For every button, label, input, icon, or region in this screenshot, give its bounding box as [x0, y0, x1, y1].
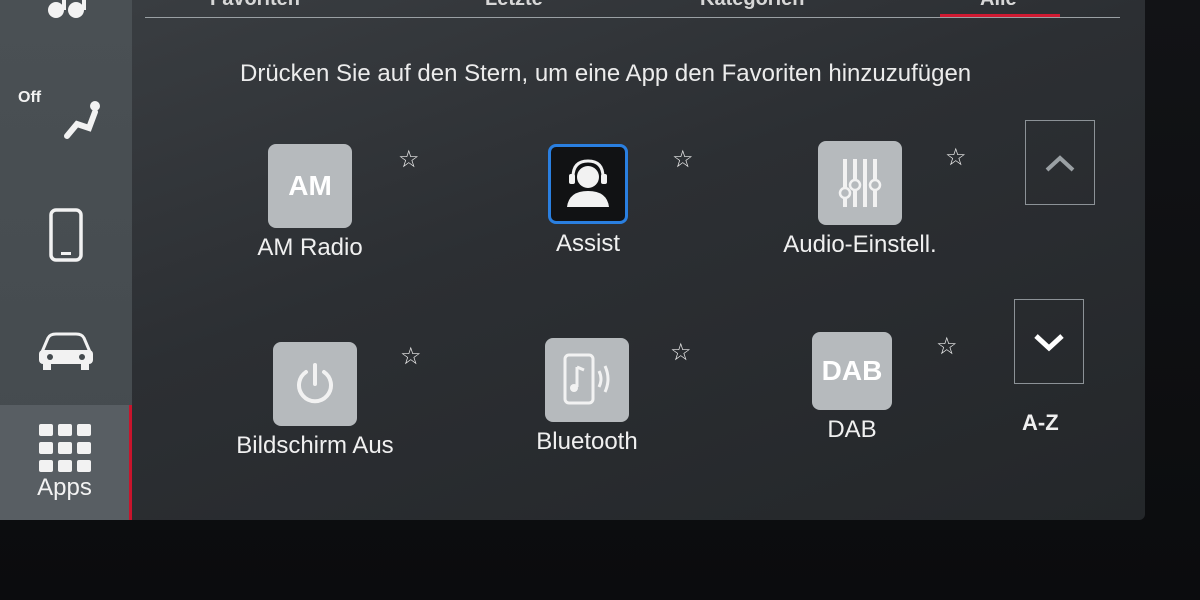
apps-grid-icon	[38, 423, 91, 472]
audio-sliders-icon	[818, 141, 902, 225]
music-icon	[48, 0, 86, 18]
am-radio-icon: AM	[268, 144, 352, 228]
seat-ventilation-status: Off	[18, 89, 42, 106]
tab-recent[interactable]: Letzte	[485, 0, 543, 11]
app-am-radio[interactable]: AM AM Radio	[240, 144, 380, 262]
sidebar-item-phone[interactable]	[0, 195, 132, 275]
app-label: Bluetooth	[536, 428, 638, 455]
app-label: Audio-Einstell.	[783, 231, 937, 258]
tab-favorites[interactable]: Favoriten	[210, 0, 300, 11]
star-icon[interactable]: ☆	[936, 332, 958, 361]
chevron-down-icon	[1034, 333, 1064, 351]
power-icon	[273, 342, 357, 426]
tab-bar: Favoriten Letzte Kategorien Alle	[145, 0, 1120, 18]
star-icon[interactable]: ☆	[945, 143, 967, 172]
phone-icon	[49, 208, 83, 262]
sidebar-item-vehicle[interactable]	[0, 310, 132, 390]
star-icon[interactable]: ☆	[398, 145, 420, 174]
app-screen-off[interactable]: Bildschirm Aus	[215, 342, 415, 460]
dab-icon: DAB	[812, 332, 892, 410]
bluetooth-audio-icon	[545, 338, 629, 422]
app-assist[interactable]: Assist	[518, 144, 658, 258]
sidebar-item-apps[interactable]: Apps	[0, 405, 132, 520]
app-label: Bildschirm Aus	[236, 432, 394, 459]
star-icon[interactable]: ☆	[670, 338, 692, 367]
star-icon[interactable]: ☆	[672, 145, 694, 174]
infotainment-screen: Off Apps Drücken Sie auf den Stern, um e…	[0, 0, 1145, 520]
scroll-down-button[interactable]	[1014, 299, 1084, 384]
active-tab-indicator	[940, 14, 1060, 17]
app-audio-settings[interactable]: Audio-Einstell.	[770, 141, 950, 259]
scroll-up-button[interactable]	[1025, 120, 1095, 205]
assist-headset-icon	[548, 144, 628, 224]
sidebar-item-label: Apps	[37, 473, 92, 501]
app-bluetooth[interactable]: Bluetooth	[517, 338, 657, 456]
chevron-up-icon	[1045, 154, 1075, 171]
app-label: AM Radio	[257, 234, 363, 261]
tab-categories[interactable]: Kategorien	[700, 0, 804, 11]
app-label: Assist	[555, 230, 620, 257]
star-icon[interactable]: ☆	[400, 342, 422, 371]
seat-ventilation-icon	[64, 101, 100, 139]
tab-all[interactable]: Alle	[980, 0, 1017, 11]
sort-az-label[interactable]: A-Z	[1022, 410, 1059, 436]
car-icon	[39, 332, 93, 370]
app-dab[interactable]: DAB DAB	[782, 332, 922, 444]
favorites-hint: Drücken Sie auf den Stern, um eine App d…	[240, 60, 972, 87]
sidebar-item-climate[interactable]: Off	[0, 85, 132, 155]
app-label: DAB	[827, 416, 877, 443]
sidebar-item-media[interactable]	[0, 0, 132, 30]
sidebar: Off Apps	[0, 0, 132, 520]
